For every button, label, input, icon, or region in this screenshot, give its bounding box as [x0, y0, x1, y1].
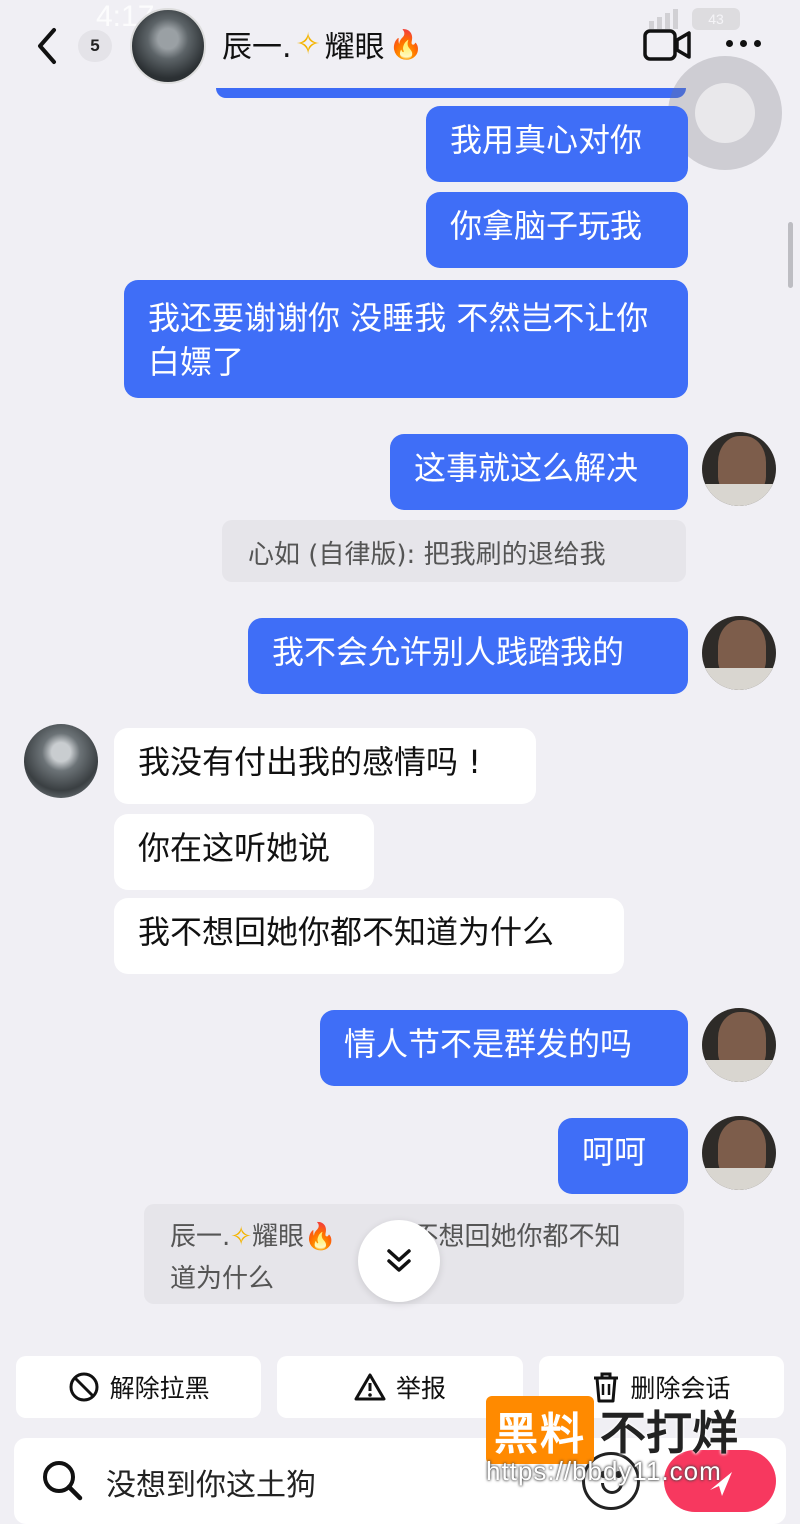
message-incoming[interactable]: 我不想回她你都不知道为什么 [114, 898, 624, 974]
message-incoming[interactable]: 你在这听她说 [114, 814, 374, 890]
scroll-indicator[interactable] [788, 222, 793, 288]
scroll-to-bottom-button[interactable] [358, 1220, 440, 1302]
sparkle-icon: ✧ [230, 1222, 253, 1252]
watermark: 黑料 不打烊 [486, 1396, 738, 1464]
fire-icon: 🔥 [388, 27, 424, 61]
quoted-text-a: 不想回她你都不知 [412, 1222, 621, 1252]
message-outgoing[interactable]: 这事就这么解决 [390, 434, 688, 510]
search-icon[interactable] [40, 1458, 84, 1502]
message-outgoing[interactable]: 情人节不是群发的吗 [320, 1010, 688, 1086]
block-icon [69, 1372, 99, 1402]
message-outgoing[interactable]: 你拿脑子玩我 [426, 192, 688, 268]
contact-name-text: 辰一. [222, 30, 292, 65]
my-avatar[interactable] [702, 616, 776, 690]
contact-name-suffix: 耀眼 [324, 30, 385, 65]
message-outgoing[interactable]: 呵呵 [558, 1118, 688, 1194]
unblock-label: 解除拉黑 [109, 1374, 210, 1403]
back-arrow-icon[interactable] [32, 24, 62, 68]
video-call-icon[interactable] [643, 28, 691, 62]
message-outgoing[interactable]: 我用真心对你 [426, 106, 688, 182]
fire-icon: 🔥 [304, 1222, 337, 1252]
unblock-button[interactable]: 解除拉黑 [16, 1356, 262, 1418]
message-incoming[interactable]: 我没有付出我的感情吗 ! [114, 728, 536, 804]
quoted-name: 辰一. [170, 1222, 231, 1252]
contact-avatar[interactable] [130, 8, 206, 84]
my-avatar[interactable] [702, 432, 776, 506]
more-options-icon[interactable] [726, 40, 761, 47]
system-notice: 心如 (自律版): 把我刷的退给我 [222, 520, 686, 582]
message-outgoing[interactable]: 我不会允许别人践踏我的 [248, 618, 688, 694]
message-input[interactable]: 没想到你这土狗 [106, 1460, 316, 1504]
contact-name[interactable]: 辰一. ✧ 耀眼 🔥 [222, 22, 424, 66]
watermark-text: 不打烊 [600, 1406, 738, 1460]
my-avatar[interactable] [702, 1116, 776, 1190]
watermark-url: https://bbdy11.com [486, 1456, 722, 1486]
report-label: 举报 [395, 1374, 446, 1403]
previous-message-edge [216, 88, 686, 98]
watermark-box: 黑料 [486, 1396, 594, 1464]
contact-message-avatar[interactable] [24, 724, 98, 798]
chevron-double-down-icon [387, 1249, 411, 1272]
my-avatar[interactable] [702, 1008, 776, 1082]
unread-count-badge[interactable]: 5 [78, 30, 112, 62]
sparkle-icon: ✧ [295, 26, 321, 62]
quoted-name-suffix: 耀眼 [252, 1222, 305, 1252]
message-outgoing[interactable]: 我还要谢谢你 没睡我 不然岂不让你白嫖了 [124, 280, 688, 398]
warning-icon [354, 1373, 386, 1401]
